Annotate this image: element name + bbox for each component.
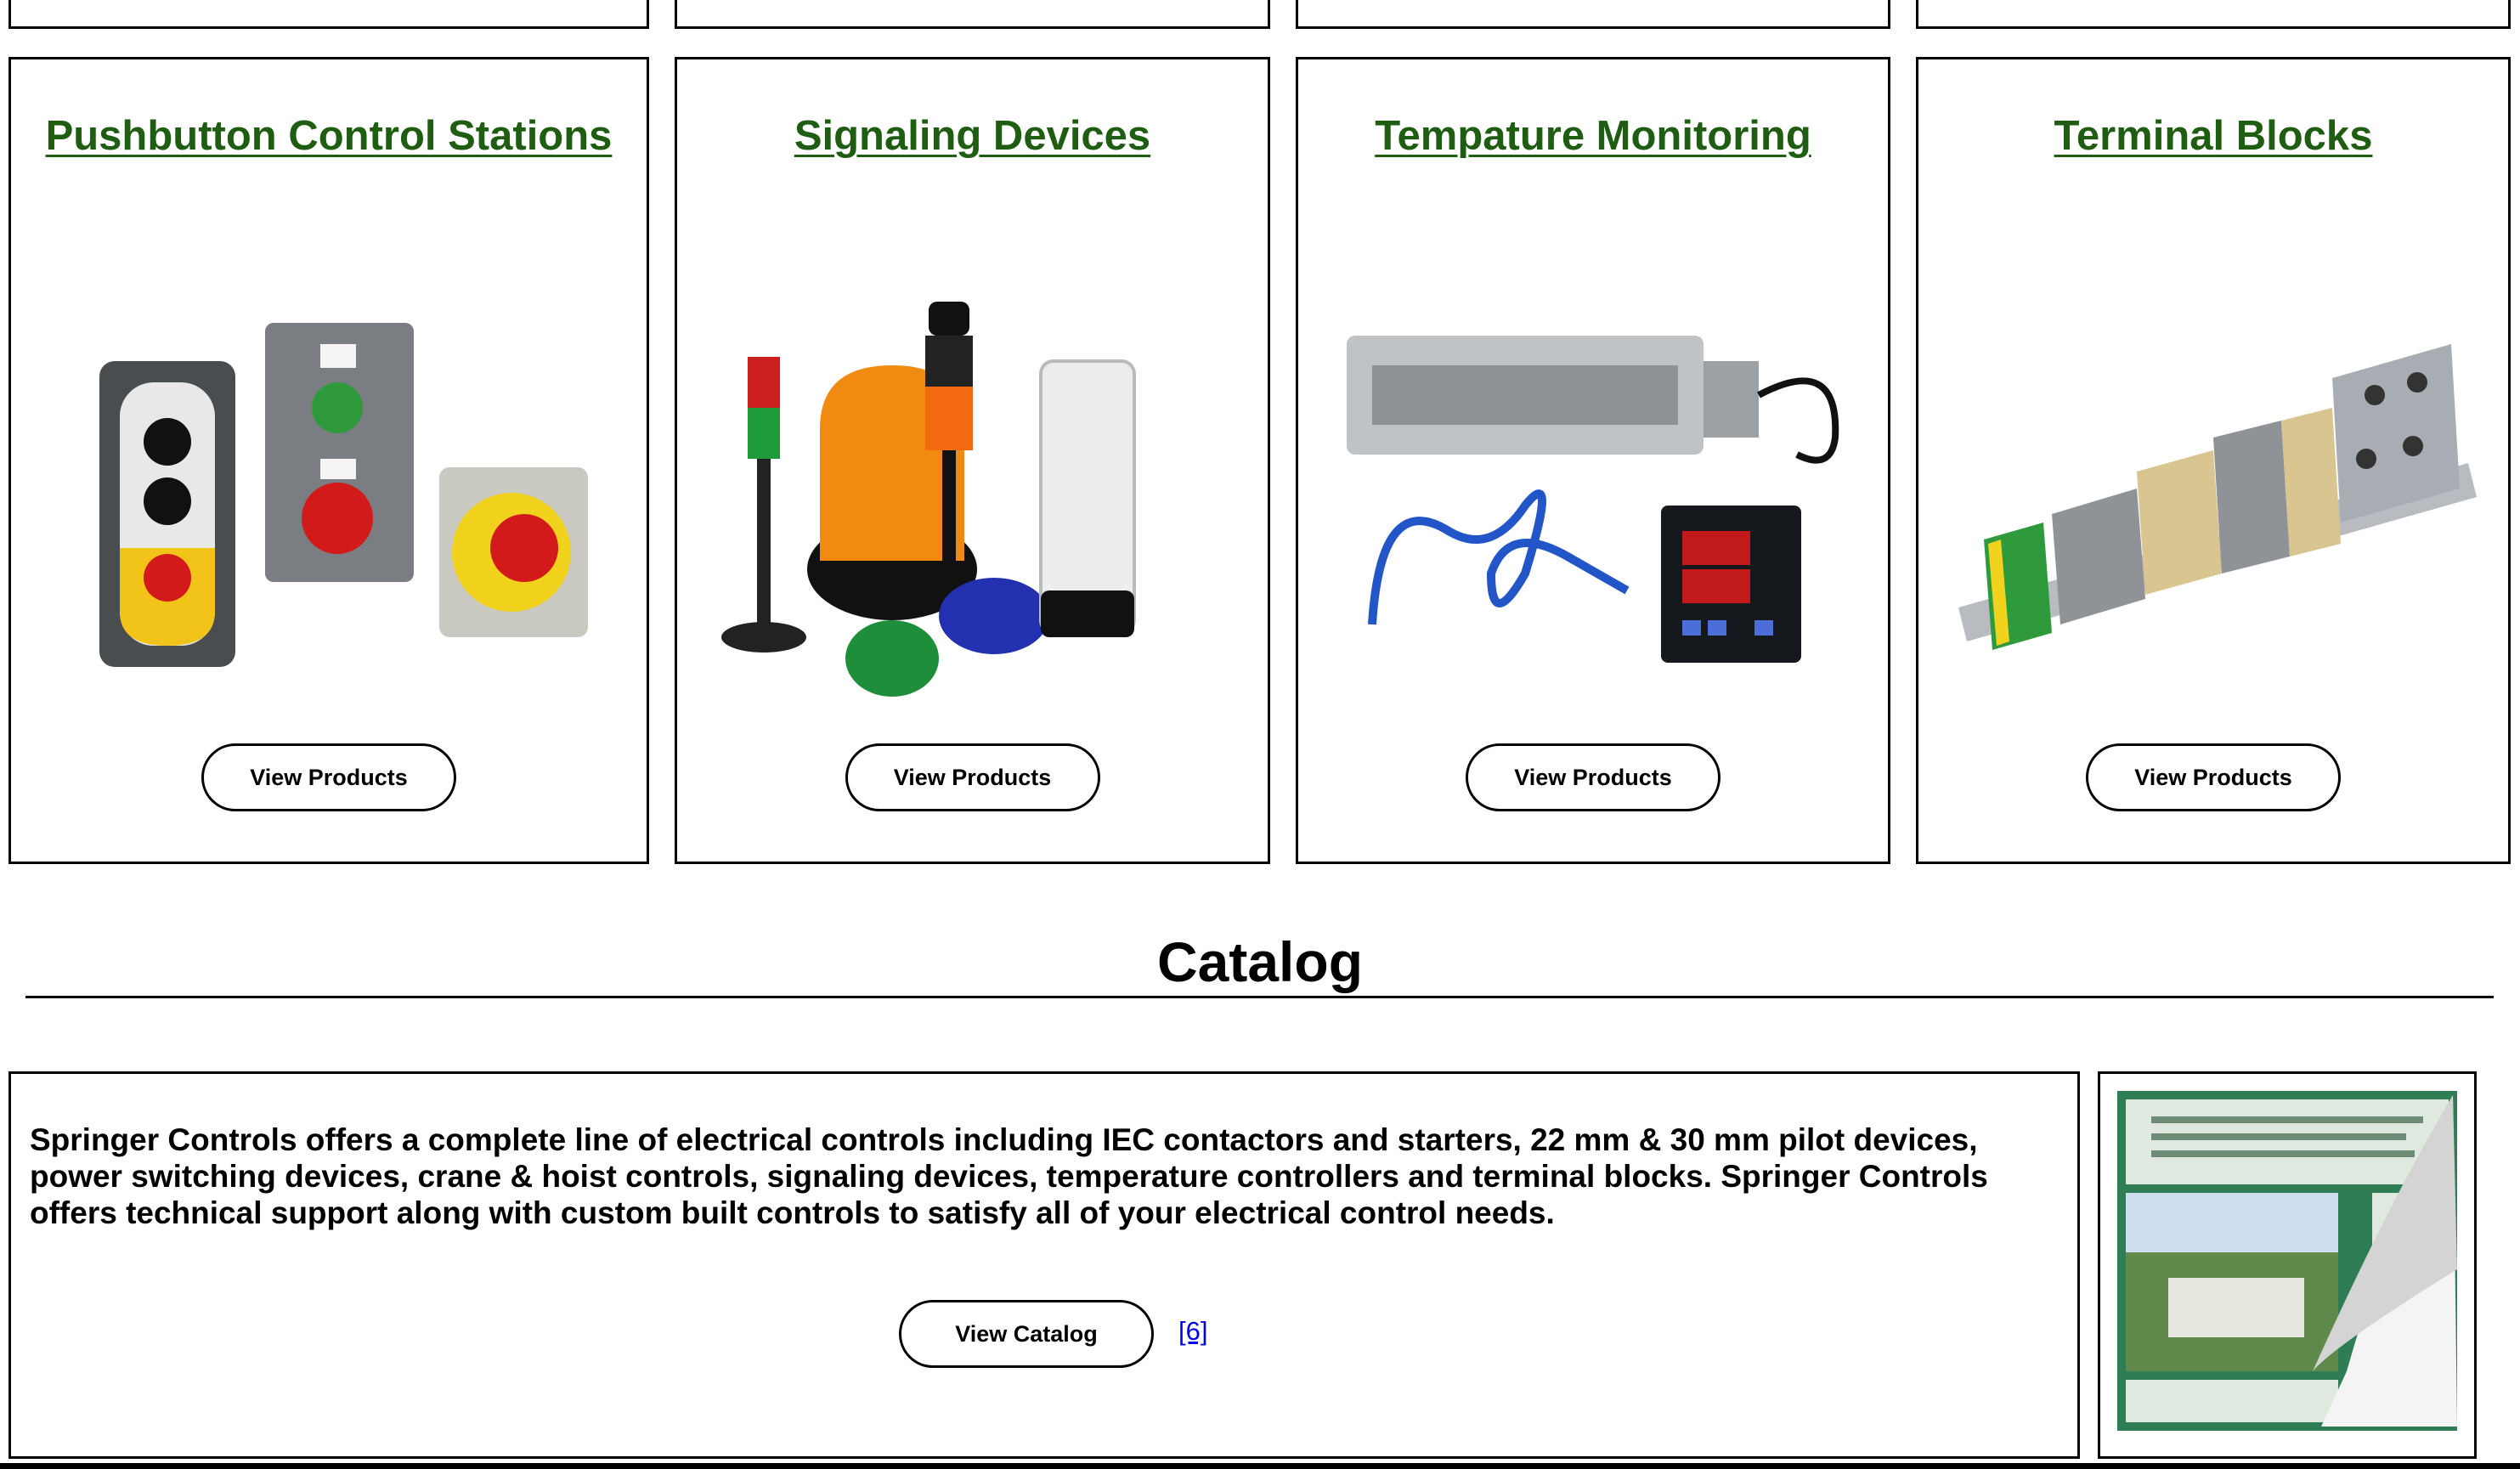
catalog-cover-image bbox=[2117, 1091, 2457, 1431]
view-catalog-button[interactable]: View Catalog bbox=[899, 1300, 1154, 1368]
catalog-thumbnail-box[interactable] bbox=[2098, 1071, 2477, 1459]
view-products-button[interactable]: View Products bbox=[845, 743, 1100, 811]
product-title-link[interactable]: Terminal Blocks bbox=[1918, 112, 2508, 160]
product-title-link[interactable]: Pushbutton Control Stations bbox=[11, 112, 647, 160]
product-title-link[interactable]: Signaling Devices bbox=[677, 112, 1268, 160]
card-top-edge bbox=[1916, 0, 2511, 29]
product-card-signaling: Signaling Devices View Products bbox=[675, 57, 1270, 864]
card-top-edge bbox=[675, 0, 1270, 29]
section-divider bbox=[25, 996, 2494, 998]
catalog-reference-link[interactable]: [6] bbox=[1178, 1316, 1207, 1347]
view-products-button[interactable]: View Products bbox=[1466, 743, 1720, 811]
page-bottom-edge bbox=[0, 1463, 2520, 1469]
temperature-monitoring-image bbox=[1347, 336, 1839, 663]
pushbutton-stations-image bbox=[99, 323, 588, 667]
view-products-button[interactable]: View Products bbox=[201, 743, 456, 811]
catalog-info-box: Springer Controls offers a complete line… bbox=[8, 1071, 2080, 1459]
product-title-link[interactable]: Tempature Monitoring bbox=[1298, 112, 1888, 160]
card-top-edge bbox=[1296, 0, 1890, 29]
product-card-pushbutton: Pushbutton Control Stations View Product… bbox=[8, 57, 649, 864]
terminal-blocks-image bbox=[1958, 344, 2477, 650]
catalog-heading: Catalog bbox=[1156, 930, 1364, 993]
catalog-description: Springer Controls offers a complete line… bbox=[30, 1122, 1988, 1230]
product-card-temperature: Tempature Monitoring View Products bbox=[1296, 57, 1890, 864]
card-top-edge bbox=[8, 0, 649, 29]
signaling-devices-image bbox=[720, 302, 1136, 697]
product-card-terminal-blocks: Terminal Blocks View Products bbox=[1916, 57, 2511, 864]
view-products-button[interactable]: View Products bbox=[2086, 743, 2341, 811]
